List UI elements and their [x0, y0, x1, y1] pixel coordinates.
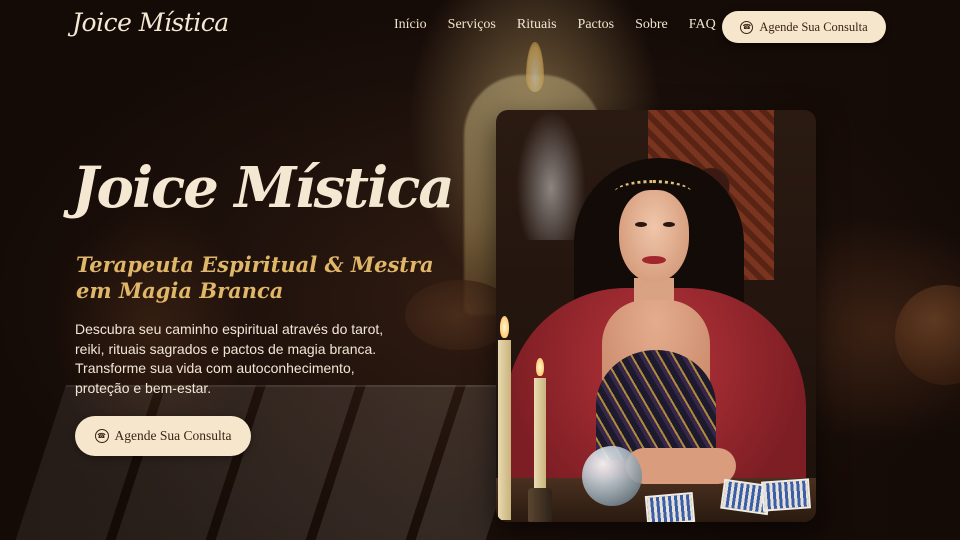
- portrait-image: [496, 110, 816, 522]
- main-nav: Início Serviços Rituais Pactos Sobre FAQ: [394, 17, 737, 33]
- portrait-lips: [642, 256, 666, 264]
- logo[interactable]: Joice Mística: [72, 8, 229, 37]
- hero-cta-label: Agende Sua Consulta: [114, 428, 232, 443]
- hero-subtitle: Terapeuta Espiritual & Mestra em Magia B…: [76, 252, 434, 303]
- nav-link-faq[interactable]: FAQ: [689, 17, 716, 33]
- portrait-dress: [596, 350, 716, 460]
- portrait-candle-flame: [500, 316, 509, 338]
- crystal-ball: [582, 446, 642, 506]
- nav-link-rituais[interactable]: Rituais: [517, 17, 557, 33]
- nav-link-sobre[interactable]: Sobre: [635, 17, 668, 33]
- hero-cta-button[interactable]: ☎ Agende Sua Consulta: [75, 416, 251, 456]
- portrait-candle-holder: [528, 488, 552, 522]
- portrait-candle-tall: [498, 340, 511, 520]
- portrait-eye-left: [635, 222, 647, 227]
- whatsapp-icon: ☎: [94, 429, 109, 443]
- portrait-smoke: [516, 110, 586, 240]
- header-cta-button[interactable]: ☎ Agende Sua Consulta: [722, 11, 886, 43]
- nav-link-servicos[interactable]: Serviços: [448, 17, 496, 33]
- nav-link-pactos[interactable]: Pactos: [578, 17, 615, 33]
- portrait-tarot-card: [761, 478, 811, 512]
- portrait-headpiece: [614, 180, 692, 206]
- site-header: Joice Mística Início Serviços Rituais Pa…: [0, 0, 960, 54]
- portrait-eye-right: [663, 222, 675, 227]
- whatsapp-icon: ☎: [740, 20, 754, 34]
- hero-title: Joice Mística: [72, 155, 455, 221]
- portrait-candle-flame: [536, 358, 544, 376]
- hero-description: Descubra seu caminho espiritual através …: [75, 321, 384, 396]
- header-cta-label: Agende Sua Consulta: [759, 19, 868, 34]
- portrait-candle-short: [534, 378, 546, 488]
- portrait-tarot-card: [644, 491, 696, 522]
- nav-link-inicio[interactable]: Início: [394, 17, 427, 33]
- portrait-hands: [626, 448, 736, 484]
